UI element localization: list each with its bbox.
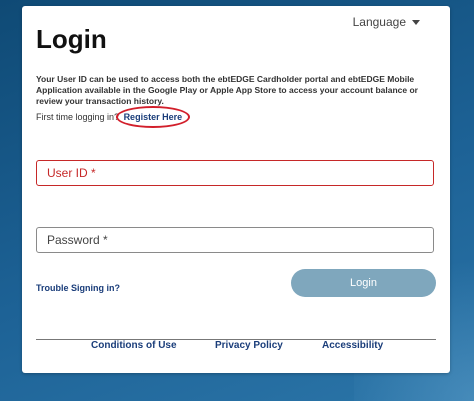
user-id-field[interactable]: User ID * xyxy=(36,160,434,186)
login-button[interactable]: Login xyxy=(291,269,436,297)
language-selector[interactable]: Language xyxy=(353,15,420,29)
privacy-policy-link[interactable]: Privacy Policy xyxy=(215,340,283,351)
login-description: Your User ID can be used to access both … xyxy=(36,74,418,106)
conditions-of-use-link[interactable]: Conditions of Use xyxy=(91,340,177,351)
accessibility-link[interactable]: Accessibility xyxy=(322,340,383,351)
first-time-row: First time logging in? Register Here xyxy=(36,112,182,122)
caret-down-icon xyxy=(412,20,420,25)
language-label: Language xyxy=(352,15,406,29)
first-time-text: First time logging in? xyxy=(36,112,120,122)
trouble-signing-in-link[interactable]: Trouble Signing in? xyxy=(36,283,120,293)
login-card: Language Login Your User ID can be used … xyxy=(22,6,450,373)
user-id-placeholder: User ID * xyxy=(47,166,96,180)
page-title: Login xyxy=(36,24,107,54)
password-placeholder: Password * xyxy=(47,233,108,247)
register-link[interactable]: Register Here xyxy=(124,112,183,122)
password-field[interactable]: Password * xyxy=(36,227,434,253)
